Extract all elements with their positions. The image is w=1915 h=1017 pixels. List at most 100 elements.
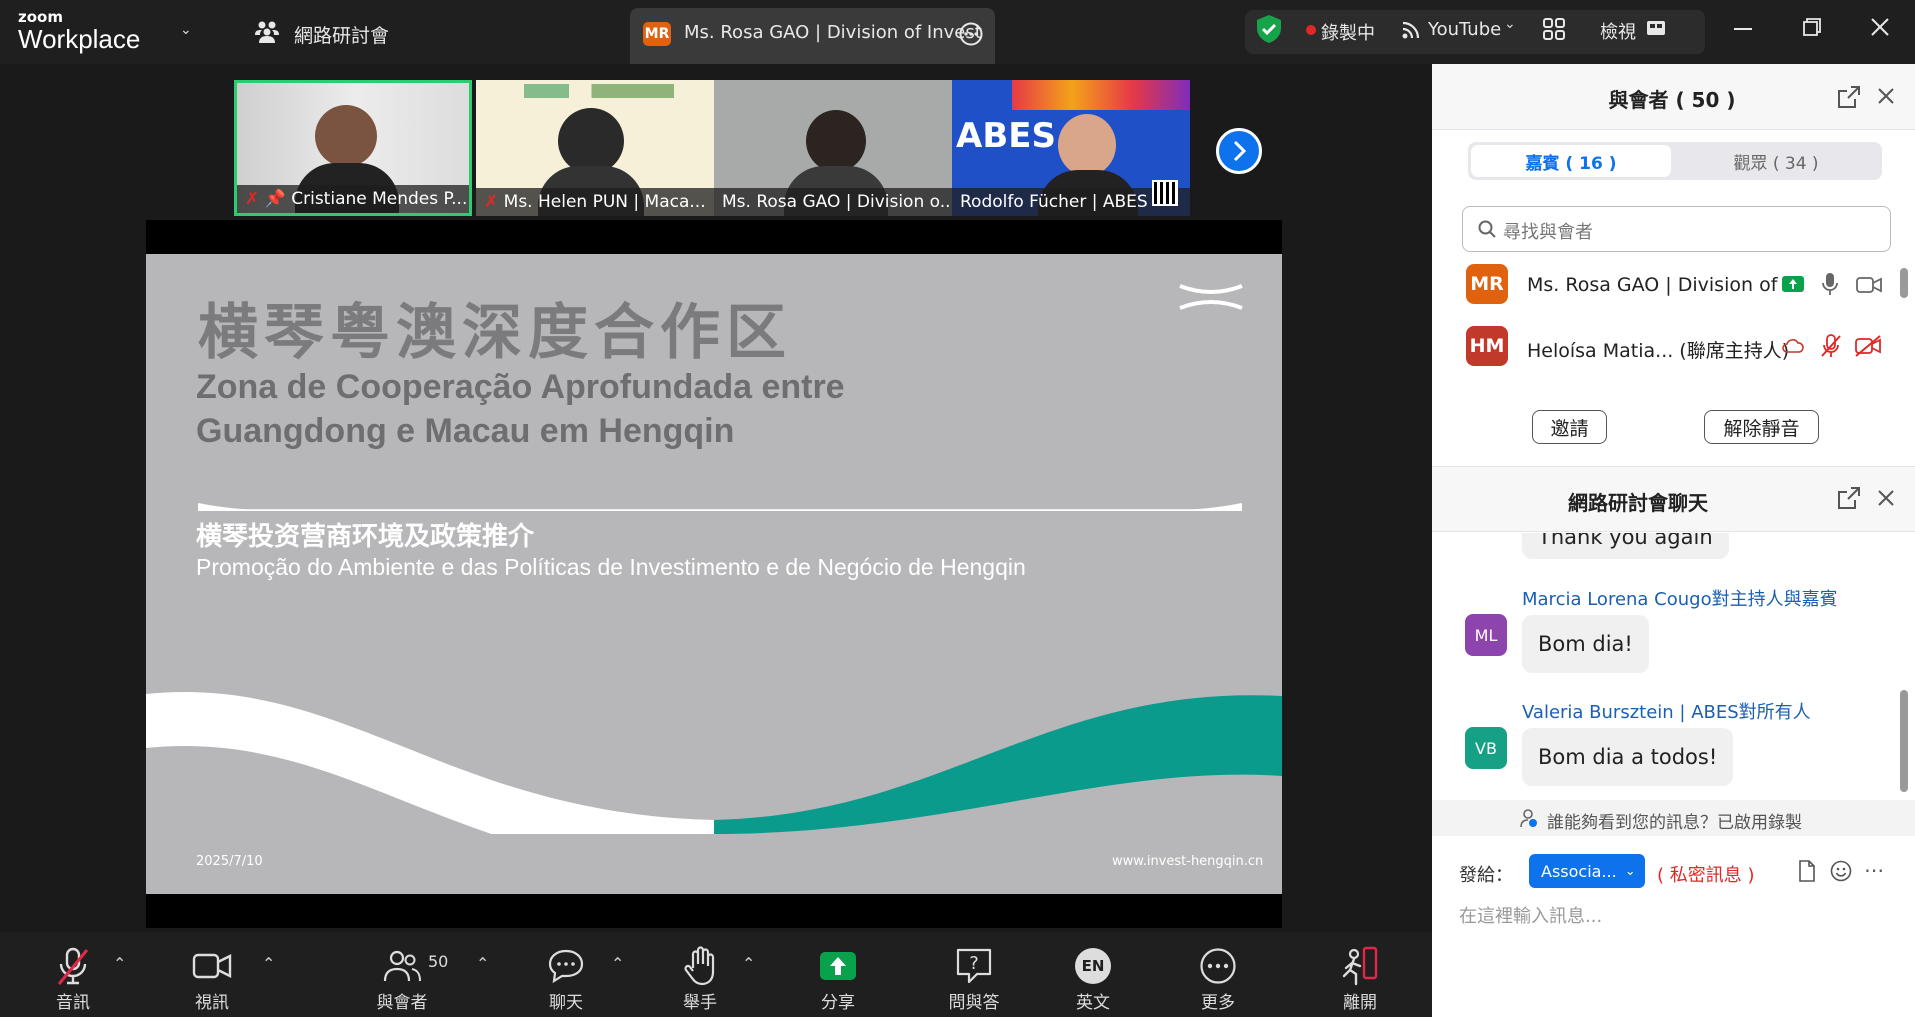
share-screen-badge-icon (1782, 276, 1804, 292)
chat-input[interactable]: 在這裡輸入訊息... (1459, 902, 1602, 928)
raise-hand-icon (666, 944, 734, 988)
share-button[interactable]: 分享 (806, 944, 870, 1013)
chat-popout-icon[interactable] (1838, 487, 1860, 509)
slide-logo-icon (1178, 282, 1244, 312)
private-message-label[interactable]: ( 私密訊息 ) (1657, 861, 1755, 887)
send-to-dropdown[interactable]: Associa... ⌄ (1529, 854, 1645, 888)
abes-brand: ABES (956, 116, 1056, 156)
video-button[interactable]: 視訊 (180, 944, 244, 1013)
participant-name[interactable]: Ms. Rosa GAO | Division of ... (1527, 274, 1802, 296)
close-panel-icon[interactable] (1878, 88, 1894, 104)
chat-scrollbar[interactable] (1900, 690, 1908, 792)
chat-more-icon[interactable]: ⋯ (1864, 858, 1884, 882)
participants-options-caret-icon[interactable]: ⌃ (476, 954, 489, 973)
search-placeholder: 尋找與會者 (1503, 222, 1593, 243)
chat-close-icon[interactable] (1878, 490, 1894, 506)
next-thumbnails-button[interactable] (1216, 128, 1262, 174)
active-speaker-avatar: MR (643, 22, 671, 46)
share-screen-icon (806, 944, 870, 988)
chat-message-partial: Thank you again (1432, 533, 1915, 559)
audio-button[interactable]: 音訊 (40, 944, 106, 1013)
leave-button[interactable]: 離開 (1328, 944, 1392, 1013)
avatar: VB (1465, 727, 1507, 769)
mic-muted-icon: ✗ (484, 192, 499, 212)
app-menu-chevron-icon[interactable]: ⌄ (180, 22, 192, 38)
participant-silhouette (806, 110, 866, 172)
more-options-icon[interactable] (959, 22, 983, 46)
participant-name[interactable]: Heloísa Matia... (聯席主持人) (1527, 336, 1789, 363)
chat-bubble: Bom dia a todos! (1522, 728, 1734, 786)
video-label: 視訊 (195, 993, 229, 1013)
youtube-stream-label[interactable]: YouTube (1428, 19, 1501, 40)
search-icon (1478, 220, 1496, 238)
tab-panelists[interactable]: 嘉賓 ( 16 ) (1471, 145, 1671, 177)
chat-sender[interactable]: Marcia Lorena Cougo對主持人與嘉賓 (1522, 585, 1838, 611)
raise-hand-button[interactable]: 舉手 (666, 944, 734, 1013)
language-label: 英文 (1076, 993, 1110, 1013)
avatar: HM (1466, 326, 1508, 366)
video-thumbnail[interactable]: Ms. Rosa GAO | Division o... (714, 80, 952, 216)
video-options-caret-icon[interactable]: ⌃ (262, 954, 275, 973)
more-label: 更多 (1201, 993, 1235, 1013)
slide-url: www.invest-hengqin.cn (1112, 854, 1264, 869)
chat-visibility-notice[interactable]: 誰能夠看到您的訊息？已啟用錄製 (1547, 808, 1802, 833)
camera-off-icon[interactable] (1854, 335, 1882, 357)
tab-attendees[interactable]: 觀眾 ( 34 ) (1676, 145, 1876, 177)
qa-button[interactable]: ? 問與答 (940, 944, 1008, 1013)
file-icon[interactable] (1798, 860, 1816, 882)
video-camera-icon (180, 944, 244, 988)
popout-icon[interactable] (1838, 86, 1860, 108)
minimize-icon[interactable] (1734, 28, 1752, 30)
participants-count: 50 (428, 952, 449, 971)
view-label[interactable]: 檢視 (1600, 18, 1636, 44)
video-thumbnail[interactable]: ✗ Ms. Helen PUN | Maca... (476, 80, 714, 216)
active-speaker-title: Ms. Rosa GAO | Division of Invest (684, 22, 982, 43)
pin-icon: 📌 (264, 189, 286, 209)
qa-label: 問與答 (948, 993, 1000, 1013)
camera-icon[interactable] (1856, 276, 1882, 294)
slide-subtitle-cn: 横琴投资营商环境及政策推介 (196, 522, 535, 552)
participant-list-scrollbar[interactable] (1900, 268, 1908, 298)
send-to-value: Associa... (1541, 861, 1617, 881)
leave-label: 離開 (1343, 993, 1377, 1013)
mic-icon[interactable] (1822, 272, 1838, 296)
chat-options-caret-icon[interactable]: ⌃ (611, 954, 624, 973)
video-thumbnail[interactable]: ABES Rodolfo Fücher | ABES (952, 80, 1190, 216)
recording-status[interactable]: 錄製中 (1321, 19, 1375, 45)
mic-muted-icon[interactable] (1820, 334, 1842, 358)
sponsor-logos (524, 84, 674, 98)
chat-icon (534, 944, 598, 988)
thumbnail-name: Cristiane Mendes P... (291, 189, 468, 209)
chat-label: 聊天 (549, 993, 583, 1013)
close-icon[interactable] (1871, 18, 1889, 36)
slide-title-pt-2: Guangdong e Macau em Hengqin (196, 412, 735, 450)
audio-label: 音訊 (56, 993, 90, 1013)
shield-check-icon[interactable] (1255, 14, 1283, 44)
webinar-label[interactable]: 網路研討會 (294, 21, 389, 48)
audio-options-caret-icon[interactable]: ⌃ (113, 954, 126, 973)
language-badge-icon: EN (1075, 948, 1111, 984)
restore-icon[interactable] (1803, 18, 1821, 36)
invite-button[interactable]: 邀請 (1532, 410, 1607, 444)
more-button[interactable]: 更多 (1186, 944, 1250, 1013)
participant-silhouette (1058, 114, 1116, 176)
chat-button[interactable]: 聊天 (534, 944, 598, 1013)
view-grid-icon[interactable] (1646, 18, 1666, 38)
qa-icon: ? (940, 944, 1008, 988)
emoji-icon[interactable] (1830, 860, 1852, 882)
avatar: ML (1465, 614, 1507, 656)
video-thumbnail[interactable]: ✗ 📌 Cristiane Mendes P... (234, 80, 472, 216)
chat-sender[interactable]: Valeria Bursztein | ABES對所有人 (1522, 698, 1811, 724)
youtube-chevron-icon[interactable]: ⌄ (1504, 16, 1516, 32)
shared-slide: 横琴粤澳深度合作区 Zona de Cooperação Aprofundada… (146, 254, 1282, 894)
thumbnail-name: Ms. Helen PUN | Maca... (503, 192, 706, 212)
participant-silhouette (315, 105, 377, 167)
svg-text:?: ? (969, 953, 979, 974)
slide-divider (198, 496, 1242, 511)
abes-pattern (1012, 80, 1190, 110)
unmute-all-button[interactable]: 解除靜音 (1704, 410, 1819, 444)
gallery-icon[interactable] (1543, 18, 1565, 40)
chevron-down-icon: ⌄ (1624, 863, 1636, 879)
reactions-caret-icon[interactable]: ⌃ (742, 954, 755, 973)
language-button[interactable]: EN 英文 (1060, 944, 1126, 1013)
